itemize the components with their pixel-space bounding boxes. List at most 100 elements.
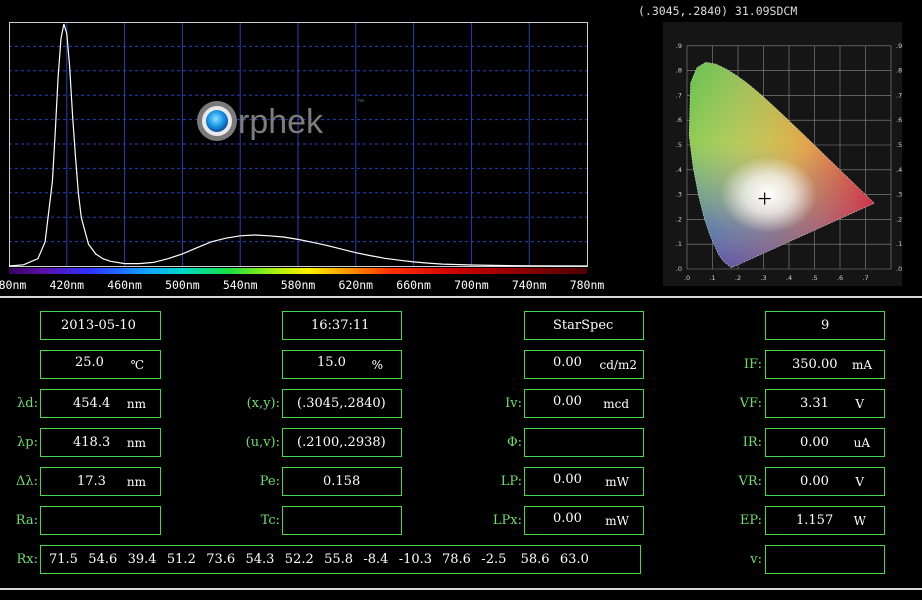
peak-wavelength-value: 418.3 (73, 435, 111, 450)
cie-panel: (.3045,.2840) 31.09SDCM .0 .1 .2 .3 .4 .… (634, 0, 922, 296)
x-tick-label: 740nm (512, 278, 547, 292)
spectrum-chart: rphek ™ 380nm 420nm 460nm 500nm 540nm 580nm 62… (0, 22, 604, 292)
humidity-value: 15.0 (317, 355, 346, 370)
temperature-unit: ℃ (130, 358, 144, 372)
iv-value: 0.00 (553, 394, 582, 409)
temperature-value: 25.0 (75, 355, 104, 370)
cie-gamut (689, 62, 875, 268)
x-tick-label: 460nm (107, 278, 142, 292)
rx-values-field: 71.5 54.6 39.4 51.2 73.6 54.3 52.2 55.8 -8.4 -10.… (40, 545, 641, 574)
ir-field: 0.00 uA (765, 428, 885, 457)
v-field (765, 545, 885, 574)
iv-label: Iv: (505, 396, 522, 411)
vr-field: 0.00 V (765, 467, 885, 496)
cie-y-tick-label-right: .5 (896, 141, 902, 149)
x-tick-label: 580nm (281, 278, 316, 292)
luminance-value: 0.00 (553, 355, 582, 370)
xy-value: (.3045,.2840) (297, 396, 386, 411)
lpx-label: LPx: (492, 513, 522, 528)
ep-label: EP: (739, 513, 762, 528)
rx-value: -2.5 (481, 552, 507, 567)
x-tick-label: 380nm (0, 278, 26, 292)
cie-y-tick-label-right: .7 (896, 91, 902, 99)
cie-y-tick-label: .8 (676, 67, 682, 75)
flux-field (524, 428, 644, 457)
cie-x-tick-label: .1 (709, 274, 715, 282)
lp-field: 0.00 mW (524, 467, 644, 496)
vr-label: VR: (738, 474, 762, 489)
cie-y-tick-label-right: .9 (896, 42, 902, 50)
if-unit: mA (851, 358, 872, 372)
ra-label: Ra: (15, 513, 38, 528)
ir-unit: uA (853, 436, 870, 450)
vf-field: 3.31 V (765, 389, 885, 418)
cie-y-tick-label: .2 (676, 215, 682, 223)
pe-label: Pe: (259, 474, 280, 489)
ra-field (40, 506, 161, 535)
rx-value: 73.6 (206, 552, 236, 567)
lp-unit: mW (605, 475, 629, 489)
svg-text:™: ™ (357, 99, 364, 106)
tc-field (282, 506, 402, 535)
x-tick-label: 780nm (570, 278, 605, 292)
vf-unit: V (855, 397, 864, 411)
x-axis-tick-labels: 380nm 420nm 460nm 500nm 540nm 580nm 620nm 660nm… (0, 278, 604, 292)
lp-label: LP: (500, 474, 522, 489)
cie-x-tick-label: .7 (862, 274, 868, 282)
index-field: 9 (765, 311, 885, 340)
cie-readout: (.3045,.2840) 31.09SDCM (638, 4, 798, 18)
pe-field: 0.158 (282, 467, 402, 496)
time-field: 16:37:11 (282, 311, 402, 340)
vf-value: 3.31 (800, 396, 829, 411)
rx-value: 54.3 (245, 552, 275, 567)
peak-wavelength-unit: nm (126, 436, 146, 450)
cie-x-tick-label: .2 (735, 274, 741, 282)
cie-y-tick-label-right: .2 (896, 215, 902, 223)
if-label: IF: (743, 357, 762, 372)
orphek-logo: rphek ™ (197, 99, 364, 141)
dominant-wavelength-field: 454.4 nm (40, 389, 161, 418)
rx-value: 55.8 (324, 552, 354, 567)
ep-field: 1.157 W (765, 506, 885, 535)
ep-unit: W (853, 514, 866, 528)
x-tick-label: 420nm (49, 278, 84, 292)
rx-value: 54.6 (88, 552, 118, 567)
cie-y-tick-label: .3 (676, 191, 682, 199)
cie-y-tick-label-right: .4 (896, 166, 902, 174)
rx-value: 51.2 (166, 552, 196, 567)
uv-value: (.2100,.2938) (297, 435, 386, 450)
cie-y-tick-label-right: .0 (896, 265, 902, 273)
ir-value: 0.00 (800, 435, 829, 450)
dominant-wavelength-label: λd: (17, 396, 38, 411)
xy-label: (x,y): (246, 396, 280, 411)
index-value: 9 (821, 318, 830, 333)
x-tick-label: 700nm (454, 278, 489, 292)
vr-unit: V (855, 475, 864, 489)
cie-y-tick-label: .9 (676, 42, 682, 50)
vf-label: VF: (739, 396, 762, 411)
ep-value: 1.157 (796, 513, 834, 528)
cie-x-tick-label: .6 (837, 274, 843, 282)
lpx-field: 0.00 mW (524, 506, 644, 535)
tc-label: Tc: (260, 513, 280, 528)
lpx-value: 0.00 (553, 511, 582, 526)
x-tick-label: 620nm (338, 278, 373, 292)
uv-field: (.2100,.2938) (282, 428, 402, 457)
rx-value: 63.0 (559, 552, 589, 567)
x-tick-label: 500nm (165, 278, 200, 292)
half-width-field: 17.3 nm (40, 467, 161, 496)
lpx-unit: mW (605, 514, 629, 528)
date-field: 2013-05-10 (40, 311, 161, 340)
panel-divider (0, 296, 922, 298)
cie-diagram-frame: .0.1.2.3.4.5.6.7.0.0.1.1.2.2.3.3.4.4.5.5… (663, 22, 902, 286)
cie-y-tick-label: .1 (676, 240, 682, 248)
uv-label: (u,v): (245, 435, 280, 450)
device-value: StarSpec (553, 318, 614, 333)
luminance-field: 0.00 cd/m2 (524, 350, 644, 379)
half-width-unit: nm (126, 475, 146, 489)
lp-value: 0.00 (553, 472, 582, 487)
vr-value: 0.00 (800, 474, 829, 489)
pe-value: 0.158 (323, 474, 361, 489)
wavelength-color-bar (9, 268, 587, 274)
date-value: 2013-05-10 (61, 318, 136, 333)
